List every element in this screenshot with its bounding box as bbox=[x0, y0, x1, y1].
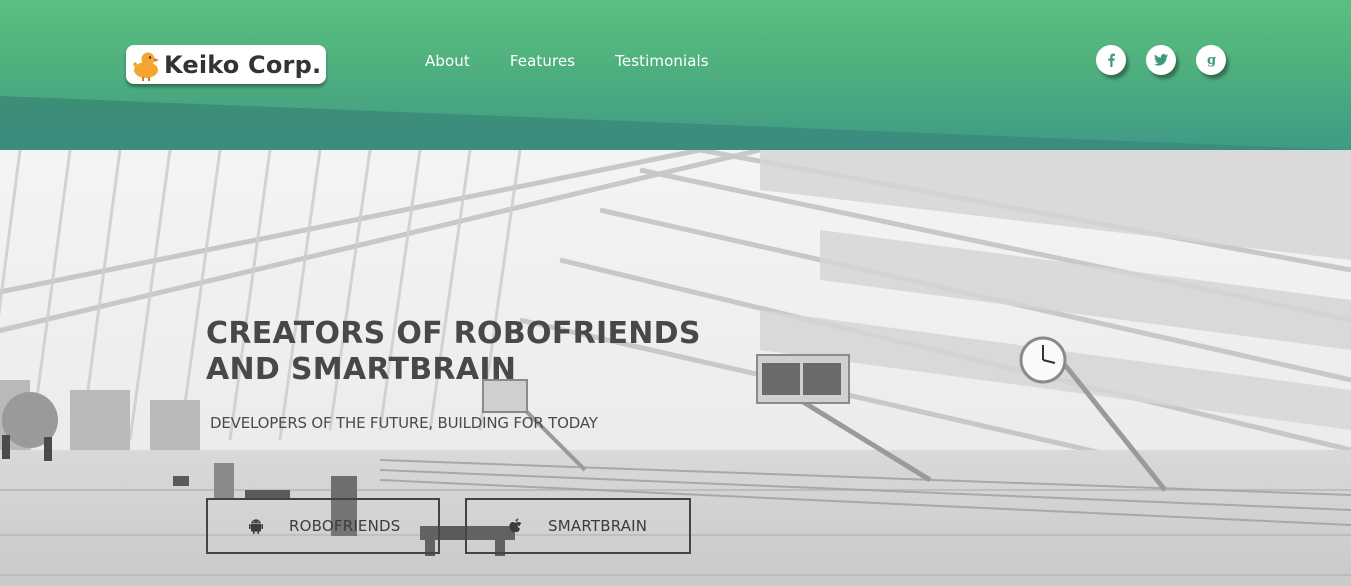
smartbrain-button-label: SMARTBRAIN bbox=[548, 517, 648, 535]
main-nav: About Features Testimonials bbox=[425, 50, 709, 72]
hero-title-line-2: AND SMARTBRAIN bbox=[206, 352, 517, 387]
robofriends-button-label: ROBOFRIENDS bbox=[289, 517, 401, 535]
android-icon bbox=[248, 518, 264, 534]
twitter-icon[interactable] bbox=[1146, 45, 1176, 75]
nav-link-features[interactable]: Features bbox=[510, 50, 575, 72]
site-header: Keiko Corp. About Features Testimonials … bbox=[0, 0, 1351, 150]
smartbrain-button[interactable]: SMARTBRAIN bbox=[465, 498, 691, 554]
robofriends-button[interactable]: ROBOFRIENDS bbox=[206, 498, 440, 554]
social-links: g bbox=[1096, 45, 1226, 75]
brand-logo[interactable]: Keiko Corp. bbox=[126, 45, 326, 84]
nav-link-testimonials[interactable]: Testimonials bbox=[615, 50, 709, 72]
brand-name: Keiko Corp. bbox=[164, 50, 322, 79]
facebook-icon[interactable] bbox=[1096, 45, 1126, 75]
hero-subtitle: DEVELOPERS OF THE FUTURE, BUILDING FOR T… bbox=[210, 414, 598, 432]
svg-text:g: g bbox=[1207, 53, 1216, 67]
nav-link-about[interactable]: About bbox=[425, 50, 470, 72]
hero-section: CREATORS OF ROBOFRIENDS AND SMARTBRAIN D… bbox=[0, 150, 1351, 586]
hero-title: CREATORS OF ROBOFRIENDS AND SMARTBRAIN bbox=[206, 316, 766, 388]
hero-title-line-1: CREATORS OF ROBOFRIENDS bbox=[206, 316, 701, 351]
google-icon[interactable]: g bbox=[1196, 45, 1226, 75]
apple-icon bbox=[507, 518, 523, 534]
duck-icon bbox=[128, 45, 164, 84]
